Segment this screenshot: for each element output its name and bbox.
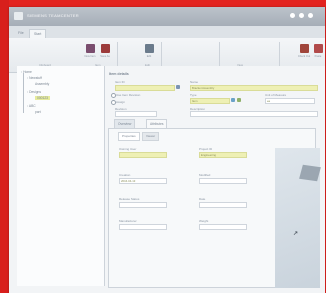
tree-item[interactable]: ▫ Newstuff: [27, 76, 42, 80]
tree-item-label: Newstuff: [29, 76, 42, 80]
name-field[interactable]: Bracket Assembly: [190, 85, 318, 91]
checkout-icon: [299, 44, 309, 53]
tree-item[interactable]: ▫ Designs: [27, 90, 41, 94]
name-value: Bracket Assembly: [192, 85, 215, 90]
property-field[interactable]: 2016-04-13: [119, 178, 167, 184]
property-field[interactable]: [119, 152, 167, 158]
new-item-button[interactable]: New Item: [83, 44, 97, 58]
property-value: 2016-04-13: [121, 178, 136, 183]
save-as-button[interactable]: Save As: [98, 44, 112, 58]
item-id-field[interactable]: [115, 85, 175, 91]
tree-item-label: ABC: [28, 104, 36, 108]
navigation-tree: ▫ Home ▫ Newstuff Assembly ▫ Designs 000…: [17, 66, 105, 286]
checkout-label: Check Out: [297, 55, 311, 58]
property-field[interactable]: [119, 224, 167, 230]
tree-item[interactable]: ▫ ABC: [27, 104, 36, 108]
checkout-button[interactable]: Check Out: [297, 44, 311, 58]
property-label: Date: [199, 197, 206, 201]
property-label: Modified: [199, 173, 211, 177]
3d-preview-viewer[interactable]: ↗: [275, 148, 321, 288]
main-content: Item details Item ID Name Bracket Assemb…: [105, 66, 325, 288]
save-as-label: Save As: [100, 55, 110, 58]
window-title: SIEMENS TEAMCENTER: [27, 13, 79, 18]
tree-item[interactable]: ▫ Home: [21, 70, 32, 74]
lookup-icon[interactable]: [176, 85, 180, 89]
red-border: [0, 0, 9, 293]
new-item-icon: [85, 44, 95, 53]
property-label: Manufacturer: [119, 219, 137, 223]
type-add-icon[interactable]: [237, 98, 241, 102]
tree-item-label: Assembly: [35, 82, 50, 86]
tree-item-selected[interactable]: 000123: [35, 96, 51, 100]
property-label: Owning User: [119, 147, 137, 151]
app-icon: [14, 12, 23, 20]
edit-button[interactable]: Edit: [142, 44, 156, 58]
property-field[interactable]: [119, 202, 167, 208]
tab-properties[interactable]: Properties: [118, 132, 140, 141]
section-title: Item details: [109, 72, 129, 76]
property-field[interactable]: [199, 202, 247, 208]
app-window: SIEMENS TEAMCENTER File Start New Item S…: [9, 7, 325, 293]
uom-field[interactable]: ea: [265, 98, 315, 104]
type-dropdown-icon[interactable]: [231, 98, 235, 102]
uom-value: ea: [267, 98, 271, 103]
tab-viewer[interactable]: Viewer: [142, 132, 160, 141]
description-field[interactable]: [190, 111, 318, 117]
window-control-dot[interactable]: [308, 13, 313, 18]
edit-icon: [144, 44, 154, 53]
property-label: Release Status: [119, 197, 140, 201]
page-frame: SIEMENS TEAMCENTER File Start New Item S…: [0, 0, 326, 293]
paste-button[interactable]: Paste: [311, 44, 325, 58]
tree-item[interactable]: Assembly: [35, 82, 49, 86]
ribbon-separator: [219, 42, 220, 69]
save-as-icon: [100, 44, 110, 53]
new-item-label: New Item: [84, 55, 96, 58]
tree-item-label: Designs: [29, 90, 42, 94]
type-label: Type: [190, 93, 197, 97]
window-control-dot[interactable]: [299, 13, 304, 18]
uom-label: Unit of Measure: [265, 93, 287, 97]
property-field[interactable]: [199, 224, 247, 230]
ribbon-separator: [161, 42, 162, 69]
property-label: Weight: [199, 219, 209, 223]
title-bar: SIEMENS TEAMCENTER: [9, 7, 325, 26]
tree-item-label: part: [35, 110, 41, 114]
tree-item-label: Home: [23, 70, 32, 74]
option-label: Use Item Revision: [116, 93, 141, 97]
type-value: Item: [192, 98, 198, 103]
property-label: Project ID: [199, 147, 213, 151]
property-field[interactable]: Engineering: [199, 152, 247, 158]
item-id-label: Item ID: [115, 80, 125, 84]
tree-connector: [23, 73, 24, 113]
axis-triad-icon: ↗: [293, 231, 299, 237]
paste-icon: [313, 44, 323, 53]
tab-file[interactable]: File: [14, 29, 28, 38]
property-label: Creation: [119, 173, 131, 177]
paste-label: Paste: [314, 55, 322, 58]
tree-item[interactable]: part: [35, 110, 41, 114]
name-label: Name: [190, 80, 199, 84]
ribbon-separator: [117, 42, 118, 69]
window-control-dot[interactable]: [290, 13, 295, 18]
option-label: Assign: [116, 100, 126, 104]
property-value: Engineering: [201, 152, 216, 157]
edit-label: Edit: [146, 55, 152, 58]
property-field[interactable]: [199, 178, 247, 184]
window-controls: [290, 13, 313, 18]
ribbon-separator: [279, 42, 280, 69]
type-field[interactable]: Item: [190, 98, 230, 104]
revision-field[interactable]: [115, 111, 157, 117]
tree-item-label: 000123: [35, 96, 51, 100]
part-model-shape: [299, 164, 321, 182]
